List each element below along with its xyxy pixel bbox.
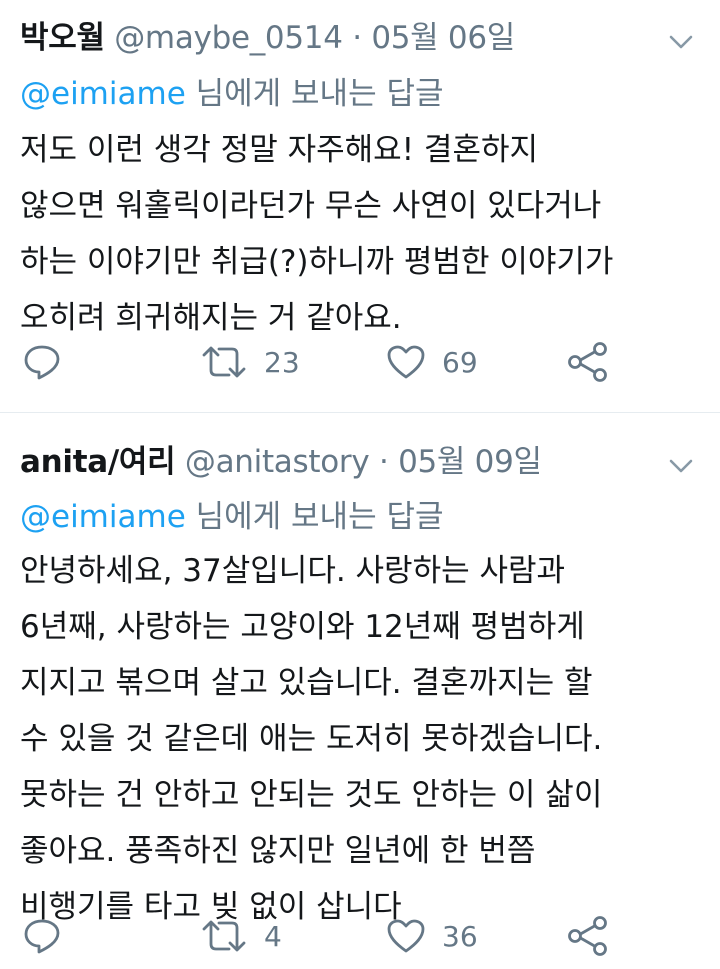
tweet-text-line: 않으면 워홀릭이라던가 무슨 사연이 있다거나 <box>20 188 602 224</box>
share-button[interactable] <box>566 340 610 384</box>
like-count: 36 <box>442 919 478 953</box>
author-name[interactable]: 박오월 <box>20 20 105 56</box>
share-icon <box>568 916 607 956</box>
retweet-button[interactable]: 4 <box>200 914 282 958</box>
tweet-text-line: 지지고 볶으며 살고 있습니다. 결혼까지는 할 <box>20 665 593 701</box>
retweet-icon <box>202 346 246 378</box>
reply-icon <box>24 919 60 954</box>
tweet-text-line: 오히려 희귀해지는 거 같아요. <box>20 300 402 336</box>
retweet-button[interactable]: 23 <box>200 340 300 384</box>
separator: · <box>352 20 362 56</box>
share-button[interactable] <box>566 914 610 958</box>
reply-context: @eimiame 님에게 보내는 답글 <box>20 497 444 537</box>
reply-context: @eimiame 님에게 보내는 답글 <box>20 74 444 114</box>
reply-button[interactable] <box>22 914 62 958</box>
like-count: 69 <box>442 345 478 379</box>
reply-button[interactable] <box>22 340 62 384</box>
share-icon <box>568 342 607 382</box>
reply-icon <box>24 345 60 380</box>
tweet-text-line: 저도 이런 생각 정말 자주해요! 결혼하지 <box>20 132 539 168</box>
author-handle[interactable]: @anitastory <box>185 444 370 480</box>
tweet-text-line: 수 있을 것 같은데 애는 도저히 못하겠습니다. <box>20 721 603 757</box>
chevron-down-icon[interactable] <box>668 457 694 475</box>
like-button[interactable]: 36 <box>386 914 478 958</box>
like-button[interactable]: 69 <box>386 340 478 384</box>
chevron-down-icon[interactable] <box>668 33 694 51</box>
tweet-text-line: 안녕하세요, 37살입니다. 사랑하는 사람과 <box>20 553 566 589</box>
tweet-header: anita/여리 @anitastory · 05월 09일 <box>20 442 650 482</box>
reply-context-label: 님에게 보내는 답글 <box>195 499 444 535</box>
retweet-count: 23 <box>264 345 300 379</box>
tweet-text-line: 좋아요. 풍족하진 않지만 일년에 한 번쯤 <box>20 833 536 869</box>
heart-icon <box>387 919 425 953</box>
tweet-header: 박오월 @maybe_0514 · 05월 06일 <box>20 18 650 58</box>
action-bar: 4 36 <box>0 914 720 958</box>
tweet-text-line: 하는 이야기만 취급(?)하니까 평범한 이야기가 <box>20 244 614 280</box>
retweet-icon <box>202 920 246 952</box>
retweet-count: 4 <box>264 919 282 953</box>
tweet-date[interactable]: 05월 06일 <box>371 20 515 56</box>
separator: · <box>378 444 389 480</box>
mention-link[interactable]: @eimiame <box>20 76 186 112</box>
mention-link[interactable]: @eimiame <box>20 499 186 535</box>
tweet-text-line: 못하는 건 안하고 안되는 것도 안하는 이 삶이 <box>20 777 603 813</box>
author-name[interactable]: anita/여리 <box>20 444 176 480</box>
author-handle[interactable]: @maybe_0514 <box>114 20 343 56</box>
tweet-text: 저도 이런 생각 정말 자주해요! 결혼하지 않으면 워홀릭이라던가 무슨 사연… <box>20 122 700 346</box>
tweet-date[interactable]: 05월 09일 <box>398 444 542 480</box>
tweet[interactable]: 박오월 @maybe_0514 · 05월 06일 @eimiame 님에게 보… <box>0 0 720 413</box>
tweet-text: 안녕하세요, 37살입니다. 사랑하는 사람과 6년째, 사랑하는 고양이와 1… <box>20 543 700 935</box>
tweet-text-line: 6년째, 사랑하는 고양이와 12년째 평범하게 <box>20 609 585 645</box>
action-bar: 23 69 <box>0 340 720 384</box>
heart-icon <box>387 345 425 379</box>
reply-context-label: 님에게 보내는 답글 <box>195 76 444 112</box>
